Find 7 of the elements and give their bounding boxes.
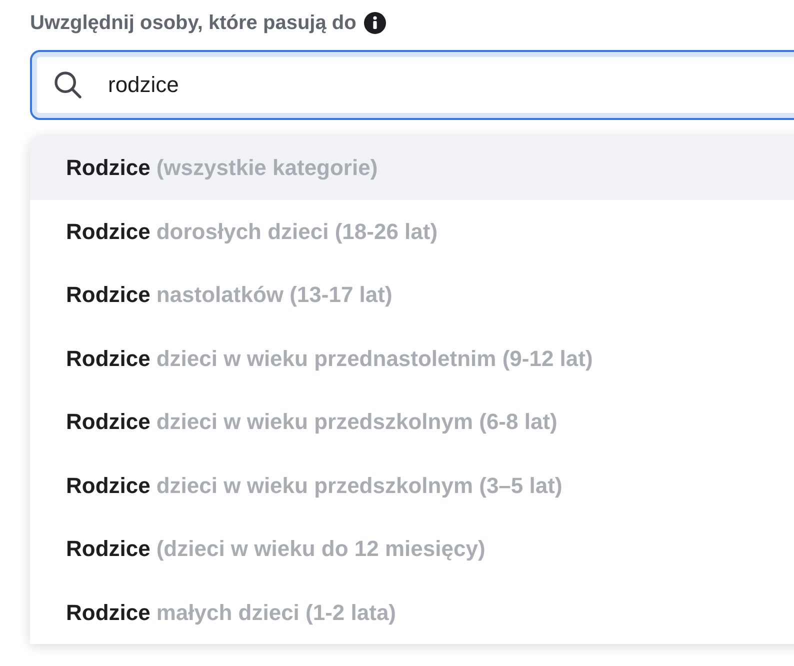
search-field[interactable]: rodzice: [30, 50, 794, 120]
suggestion-item[interactable]: Rodzice dorosłych dzieci (18-26 lat): [30, 200, 794, 263]
search-icon: [52, 69, 84, 101]
suggestion-item[interactable]: Rodzice (wszystkie kategorie): [30, 136, 794, 200]
suggestion-item[interactable]: Rodzice małych dzieci (1-2 lata): [30, 580, 794, 644]
info-icon[interactable]: [364, 12, 386, 34]
section-label: Uwzględnij osoby, które pasują do: [30, 11, 356, 36]
